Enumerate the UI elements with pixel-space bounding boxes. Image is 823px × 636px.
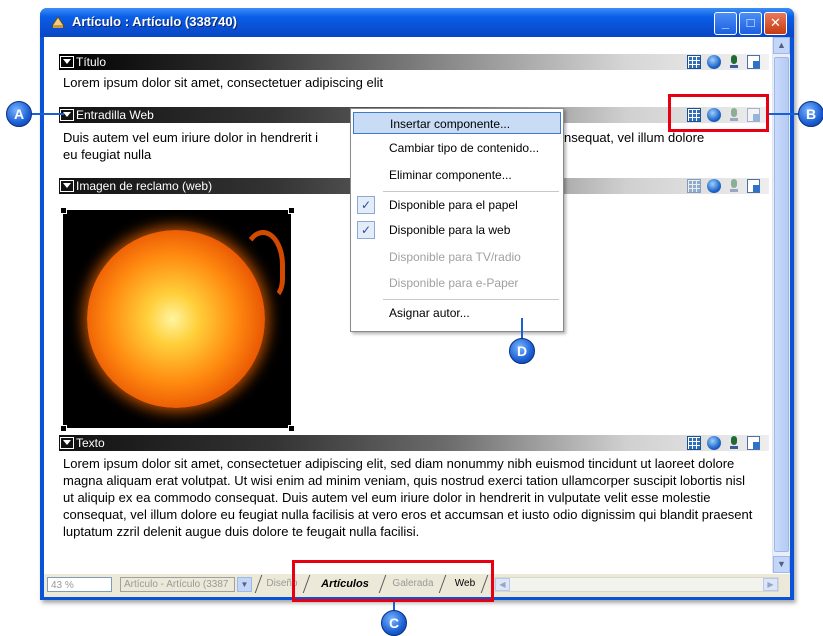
epaper-icon[interactable] xyxy=(747,436,760,450)
menu-item-label: Disponible para TV/radio xyxy=(389,250,521,264)
menu-item-label: Disponible para el papel xyxy=(389,198,518,212)
highlight-box-tabs xyxy=(292,560,494,602)
collapse-toggle-icon[interactable] xyxy=(60,109,74,121)
checkmark-icon: ✓ xyxy=(357,196,375,214)
broadcast-icon[interactable] xyxy=(727,55,741,69)
scroll-left-arrow-icon[interactable]: ◀ xyxy=(495,578,510,591)
dropdown-arrow-icon[interactable]: ▼ xyxy=(237,577,252,592)
collapse-toggle-icon[interactable] xyxy=(60,56,74,68)
menu-separator xyxy=(383,299,559,300)
epaper-icon[interactable] xyxy=(747,55,760,69)
menu-item-disponible-tv-radio: Disponible para TV/radio xyxy=(353,246,561,268)
menu-item-asignar-autor[interactable]: Asignar autor... xyxy=(353,302,561,324)
section-label: Imagen de reclamo (web) xyxy=(76,179,213,193)
vertical-scrollbar[interactable]: ▲ ▼ xyxy=(772,37,790,573)
layout-icon[interactable] xyxy=(687,179,701,193)
section-header-texto[interactable]: Texto xyxy=(59,435,769,451)
section-body-titulo[interactable]: Lorem ipsum dolor sit amet, consectetuer… xyxy=(63,74,753,91)
scroll-thumb[interactable] xyxy=(774,57,789,552)
menu-item-label: Insertar componente... xyxy=(390,117,511,131)
web-icon[interactable] xyxy=(707,436,721,450)
minimize-button[interactable]: _ xyxy=(714,12,737,35)
callout-b: B xyxy=(798,101,823,127)
web-icon[interactable] xyxy=(707,55,721,69)
menu-item-label: Asignar autor... xyxy=(389,306,470,320)
context-menu: Insertar componente... Cambiar tipo de c… xyxy=(350,108,564,332)
solar-flare xyxy=(241,230,285,300)
horizontal-scrollbar[interactable]: ◀ ▶ xyxy=(494,577,779,592)
section-label: Título xyxy=(76,55,107,69)
menu-item-label: Disponible para la web xyxy=(389,223,511,237)
menu-item-label: Eliminar componente... xyxy=(389,168,512,182)
layout-icon[interactable] xyxy=(687,55,701,69)
zoom-field[interactable]: 43 % xyxy=(47,577,112,592)
web-icon[interactable] xyxy=(707,179,721,193)
menu-item-cambiar-tipo[interactable]: Cambiar tipo de contenido... xyxy=(353,137,561,159)
epaper-icon[interactable] xyxy=(747,179,760,193)
section-icons xyxy=(684,435,763,451)
menu-item-label: Cambiar tipo de contenido... xyxy=(389,141,540,155)
resize-handle[interactable] xyxy=(60,207,67,214)
title-bar[interactable]: Artículo : Artículo (338740) _ □ ✕ xyxy=(40,8,794,37)
checkmark-icon: ✓ xyxy=(357,221,375,239)
scroll-up-arrow-icon[interactable]: ▲ xyxy=(773,37,790,54)
broadcast-icon[interactable] xyxy=(727,436,741,450)
menu-item-disponible-epaper: Disponible para e-Paper xyxy=(353,272,561,294)
section-body-texto[interactable]: Lorem ipsum dolor sit amet, consectetuer… xyxy=(63,455,758,540)
highlight-box-icons xyxy=(668,94,769,132)
section-body-entradilla-left[interactable]: Duis autem vel eum iriure dolor in hendr… xyxy=(63,129,353,146)
section-label: Texto xyxy=(76,436,105,450)
menu-item-eliminar-componente[interactable]: Eliminar componente... xyxy=(353,164,561,186)
section-header-titulo[interactable]: Título xyxy=(59,54,769,70)
collapse-toggle-icon[interactable] xyxy=(60,437,74,449)
window-title: Artículo : Artículo (338740) xyxy=(72,14,237,29)
sun-disc xyxy=(87,230,265,408)
menu-item-insertar-componente[interactable]: Insertar componente... xyxy=(353,112,561,134)
menu-item-label: Disponible para e-Paper xyxy=(389,276,519,290)
menu-separator xyxy=(383,191,559,192)
section-icons xyxy=(684,54,763,70)
section-label: Entradilla Web xyxy=(76,108,154,122)
layout-icon[interactable] xyxy=(687,436,701,450)
section-icons xyxy=(684,178,763,194)
menu-item-disponible-web[interactable]: ✓ Disponible para la web xyxy=(353,219,561,241)
close-button[interactable]: ✕ xyxy=(764,12,787,35)
teaser-image[interactable] xyxy=(63,210,291,428)
resize-handle[interactable] xyxy=(288,207,295,214)
menu-item-disponible-papel[interactable]: ✓ Disponible para el papel xyxy=(353,194,561,216)
scroll-down-arrow-icon[interactable]: ▼ xyxy=(773,556,790,573)
resize-handle[interactable] xyxy=(288,425,295,432)
resize-handle[interactable] xyxy=(60,425,67,432)
callout-a: A xyxy=(6,101,32,127)
collapse-toggle-icon[interactable] xyxy=(60,180,74,192)
broadcast-icon[interactable] xyxy=(727,179,741,193)
maximize-button[interactable]: □ xyxy=(739,12,762,35)
callout-d: D xyxy=(509,338,535,364)
document-selector[interactable]: Artículo - Artículo (3387 xyxy=(120,577,235,592)
app-icon xyxy=(51,16,65,28)
scroll-right-arrow-icon[interactable]: ▶ xyxy=(763,578,778,591)
callout-c: C xyxy=(381,610,407,636)
callout-line-a xyxy=(30,113,64,115)
